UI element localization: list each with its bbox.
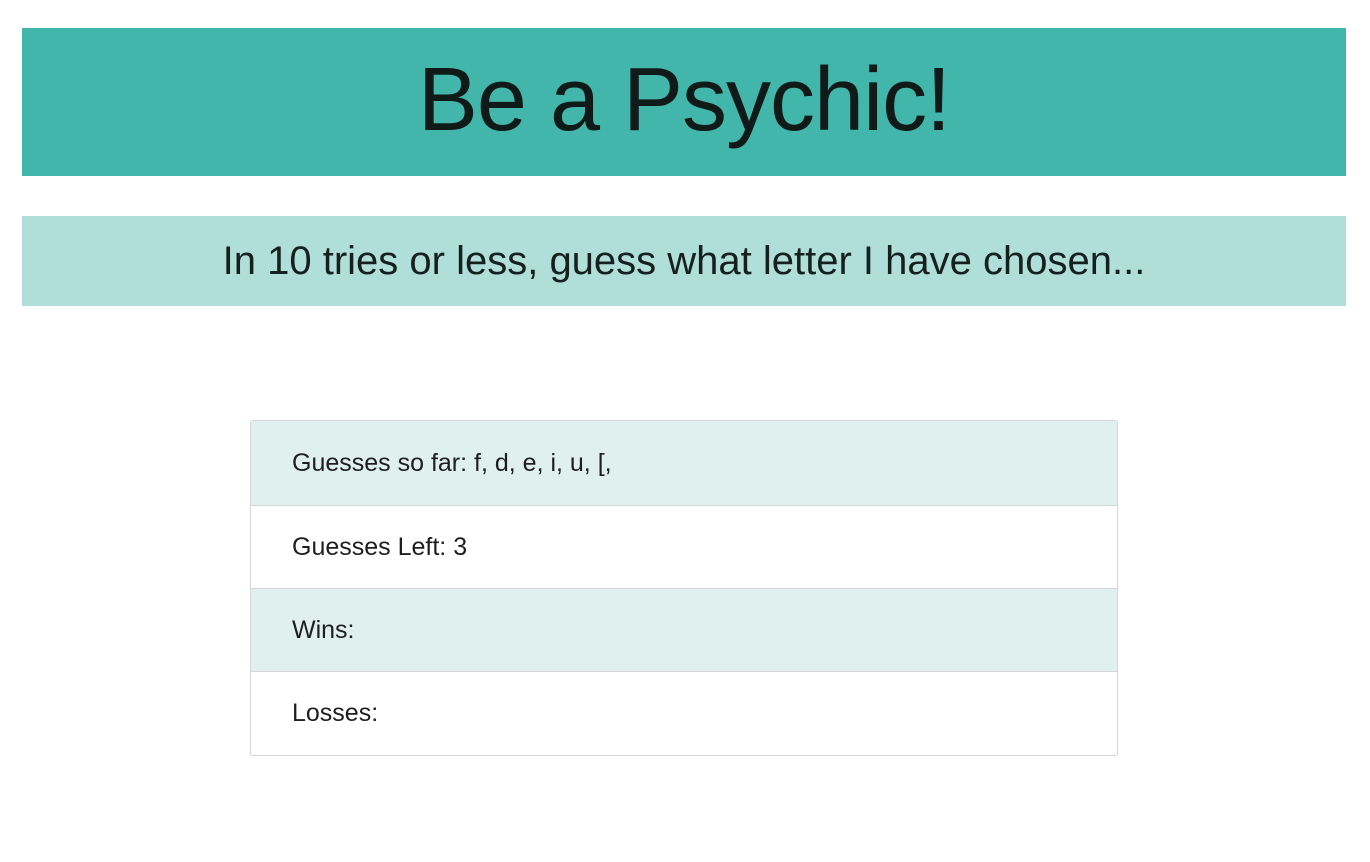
guesses-left-row: Guesses Left: 3: [251, 505, 1117, 588]
page-title: Be a Psychic!: [417, 50, 951, 150]
guesses-so-far-label: Guesses so far:: [292, 448, 475, 477]
guesses-left-label: Guesses Left:: [292, 532, 454, 561]
instructions-text: In 10 tries or less, guess what letter I…: [222, 239, 1146, 283]
guesses-left-value: 3: [453, 532, 468, 561]
page: Be a Psychic! In 10 tries or less, guess…: [0, 0, 1370, 862]
guesses-so-far-value: f, d, e, i, u, [,: [474, 448, 612, 477]
wins-label: Wins:: [292, 615, 362, 644]
losses-label: Losses:: [292, 699, 386, 727]
wins-row: Wins:: [251, 588, 1117, 671]
game-stats-list: Guesses so far: f, d, e, i, u, [, Guesse…: [250, 420, 1118, 756]
subtitle-banner: In 10 tries or less, guess what letter I…: [22, 216, 1346, 306]
losses-row: Losses:: [251, 671, 1117, 755]
title-banner: Be a Psychic!: [22, 28, 1346, 176]
guesses-so-far-row: Guesses so far: f, d, e, i, u, [,: [251, 421, 1117, 505]
